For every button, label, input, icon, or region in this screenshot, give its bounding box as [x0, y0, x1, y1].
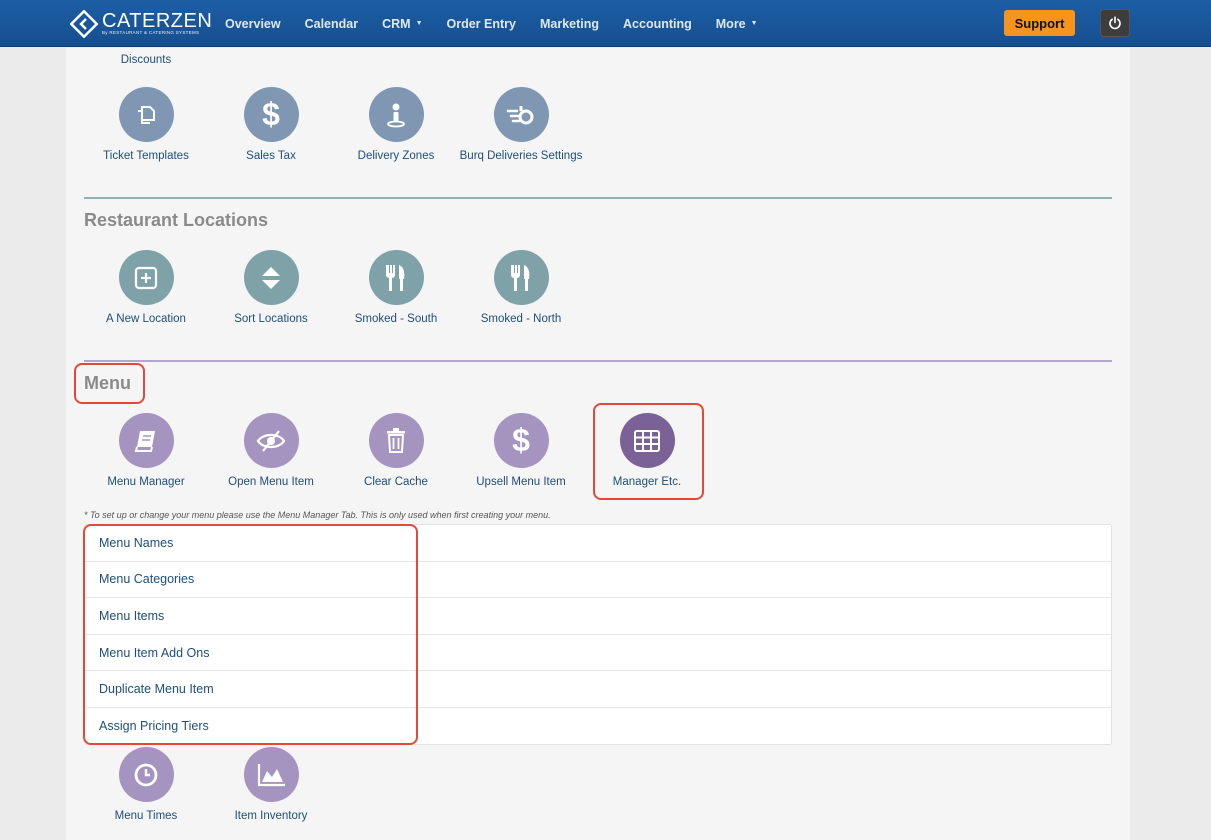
menu-link-duplicate-menu-item[interactable]: Duplicate Menu Item — [85, 671, 1111, 708]
menu-link-menu-items[interactable]: Menu Items — [85, 598, 1111, 635]
fast-delivery-icon — [506, 105, 534, 124]
menu-link-menu-categories[interactable]: Menu Categories — [85, 562, 1111, 599]
nav-overview[interactable]: Overview — [213, 17, 293, 31]
nav-accounting[interactable]: Accounting — [611, 17, 704, 31]
tile-smoked-south[interactable]: Smoked - South — [333, 250, 459, 325]
nav-more[interactable]: More ▼ — [704, 17, 770, 31]
section-title-menu: Menu — [84, 373, 131, 393]
tile-discounts[interactable]: Discounts — [83, 54, 209, 66]
caterzen-logo[interactable]: CATERZEN By RESTAURANT & CATERING SYSTEM… — [70, 10, 212, 38]
power-icon — [1109, 16, 1121, 30]
tile-sort-locations[interactable]: Sort Locations — [208, 250, 334, 325]
tile-menu-times[interactable]: Menu Times — [83, 747, 209, 822]
tile-open-menu-item[interactable]: Open Menu Item — [208, 413, 334, 488]
tile-delivery-zones[interactable]: Delivery Zones — [333, 87, 459, 162]
table-icon — [634, 429, 660, 452]
utensils-icon — [386, 264, 405, 291]
tile-clear-cache[interactable]: Clear Cache — [333, 413, 459, 488]
main-nav: Overview Calendar CRM ▼ Order Entry Marke… — [213, 0, 770, 47]
tile-manager-etc[interactable]: Manager Etc. — [584, 413, 710, 488]
sort-icon — [262, 266, 280, 289]
nav-order-entry[interactable]: Order Entry — [435, 17, 528, 31]
logo-diamond-icon — [70, 10, 98, 38]
utensils-icon — [511, 264, 530, 291]
caret-down-icon: ▼ — [750, 20, 758, 27]
nav-calendar[interactable]: Calendar — [293, 17, 371, 31]
tile-a-new-location[interactable]: A New Location — [83, 250, 209, 325]
menu-link-assign-pricing-tiers[interactable]: Assign Pricing Tiers — [85, 708, 1111, 745]
tile-sales-tax[interactable]: $ Sales Tax — [208, 87, 334, 162]
tile-smoked-north[interactable]: Smoked - North — [458, 250, 584, 325]
dollar-icon: $ — [512, 422, 530, 458]
menu-link-menu-item-add-ons[interactable]: Menu Item Add Ons — [85, 635, 1111, 672]
copy-icon — [138, 105, 155, 124]
eye-slash-icon — [256, 429, 286, 452]
map-pin-icon — [387, 103, 405, 127]
section-divider — [84, 360, 1112, 362]
support-button[interactable]: Support — [1004, 10, 1075, 36]
section-divider — [84, 197, 1112, 199]
book-icon — [134, 430, 155, 452]
area-chart-icon — [257, 763, 285, 786]
trash-icon — [387, 427, 405, 453]
tile-ticket-templates[interactable]: Ticket Templates — [83, 87, 209, 162]
nav-crm[interactable]: CRM ▼ — [370, 17, 434, 31]
plus-square-icon — [134, 266, 158, 289]
logo-name: CATERZEN — [102, 10, 213, 32]
menu-dropdown-list: Menu Names Menu Categories Menu Items Me… — [84, 524, 1112, 745]
menu-setup-note: * To set up or change your menu please u… — [84, 510, 551, 520]
tile-upsell-menu-item[interactable]: $ Upsell Menu Item — [458, 413, 584, 488]
menu-link-menu-names[interactable]: Menu Names — [85, 525, 1111, 562]
nav-marketing[interactable]: Marketing — [528, 17, 611, 31]
tile-item-inventory[interactable]: Item Inventory — [208, 747, 334, 822]
logo-subtitle: By RESTAURANT & CATERING SYSTEMS — [102, 30, 200, 35]
power-button[interactable] — [1100, 9, 1130, 37]
dollar-icon: $ — [262, 96, 280, 132]
tile-menu-manager[interactable]: Menu Manager — [83, 413, 209, 488]
section-title-restaurant-locations: Restaurant Locations — [84, 210, 269, 230]
top-navbar: CATERZEN By RESTAURANT & CATERING SYSTEM… — [0, 0, 1211, 47]
tile-burq-deliveries-settings[interactable]: Burq Deliveries Settings — [458, 87, 584, 162]
caret-down-icon: ▼ — [415, 20, 423, 27]
clock-icon — [134, 763, 158, 786]
